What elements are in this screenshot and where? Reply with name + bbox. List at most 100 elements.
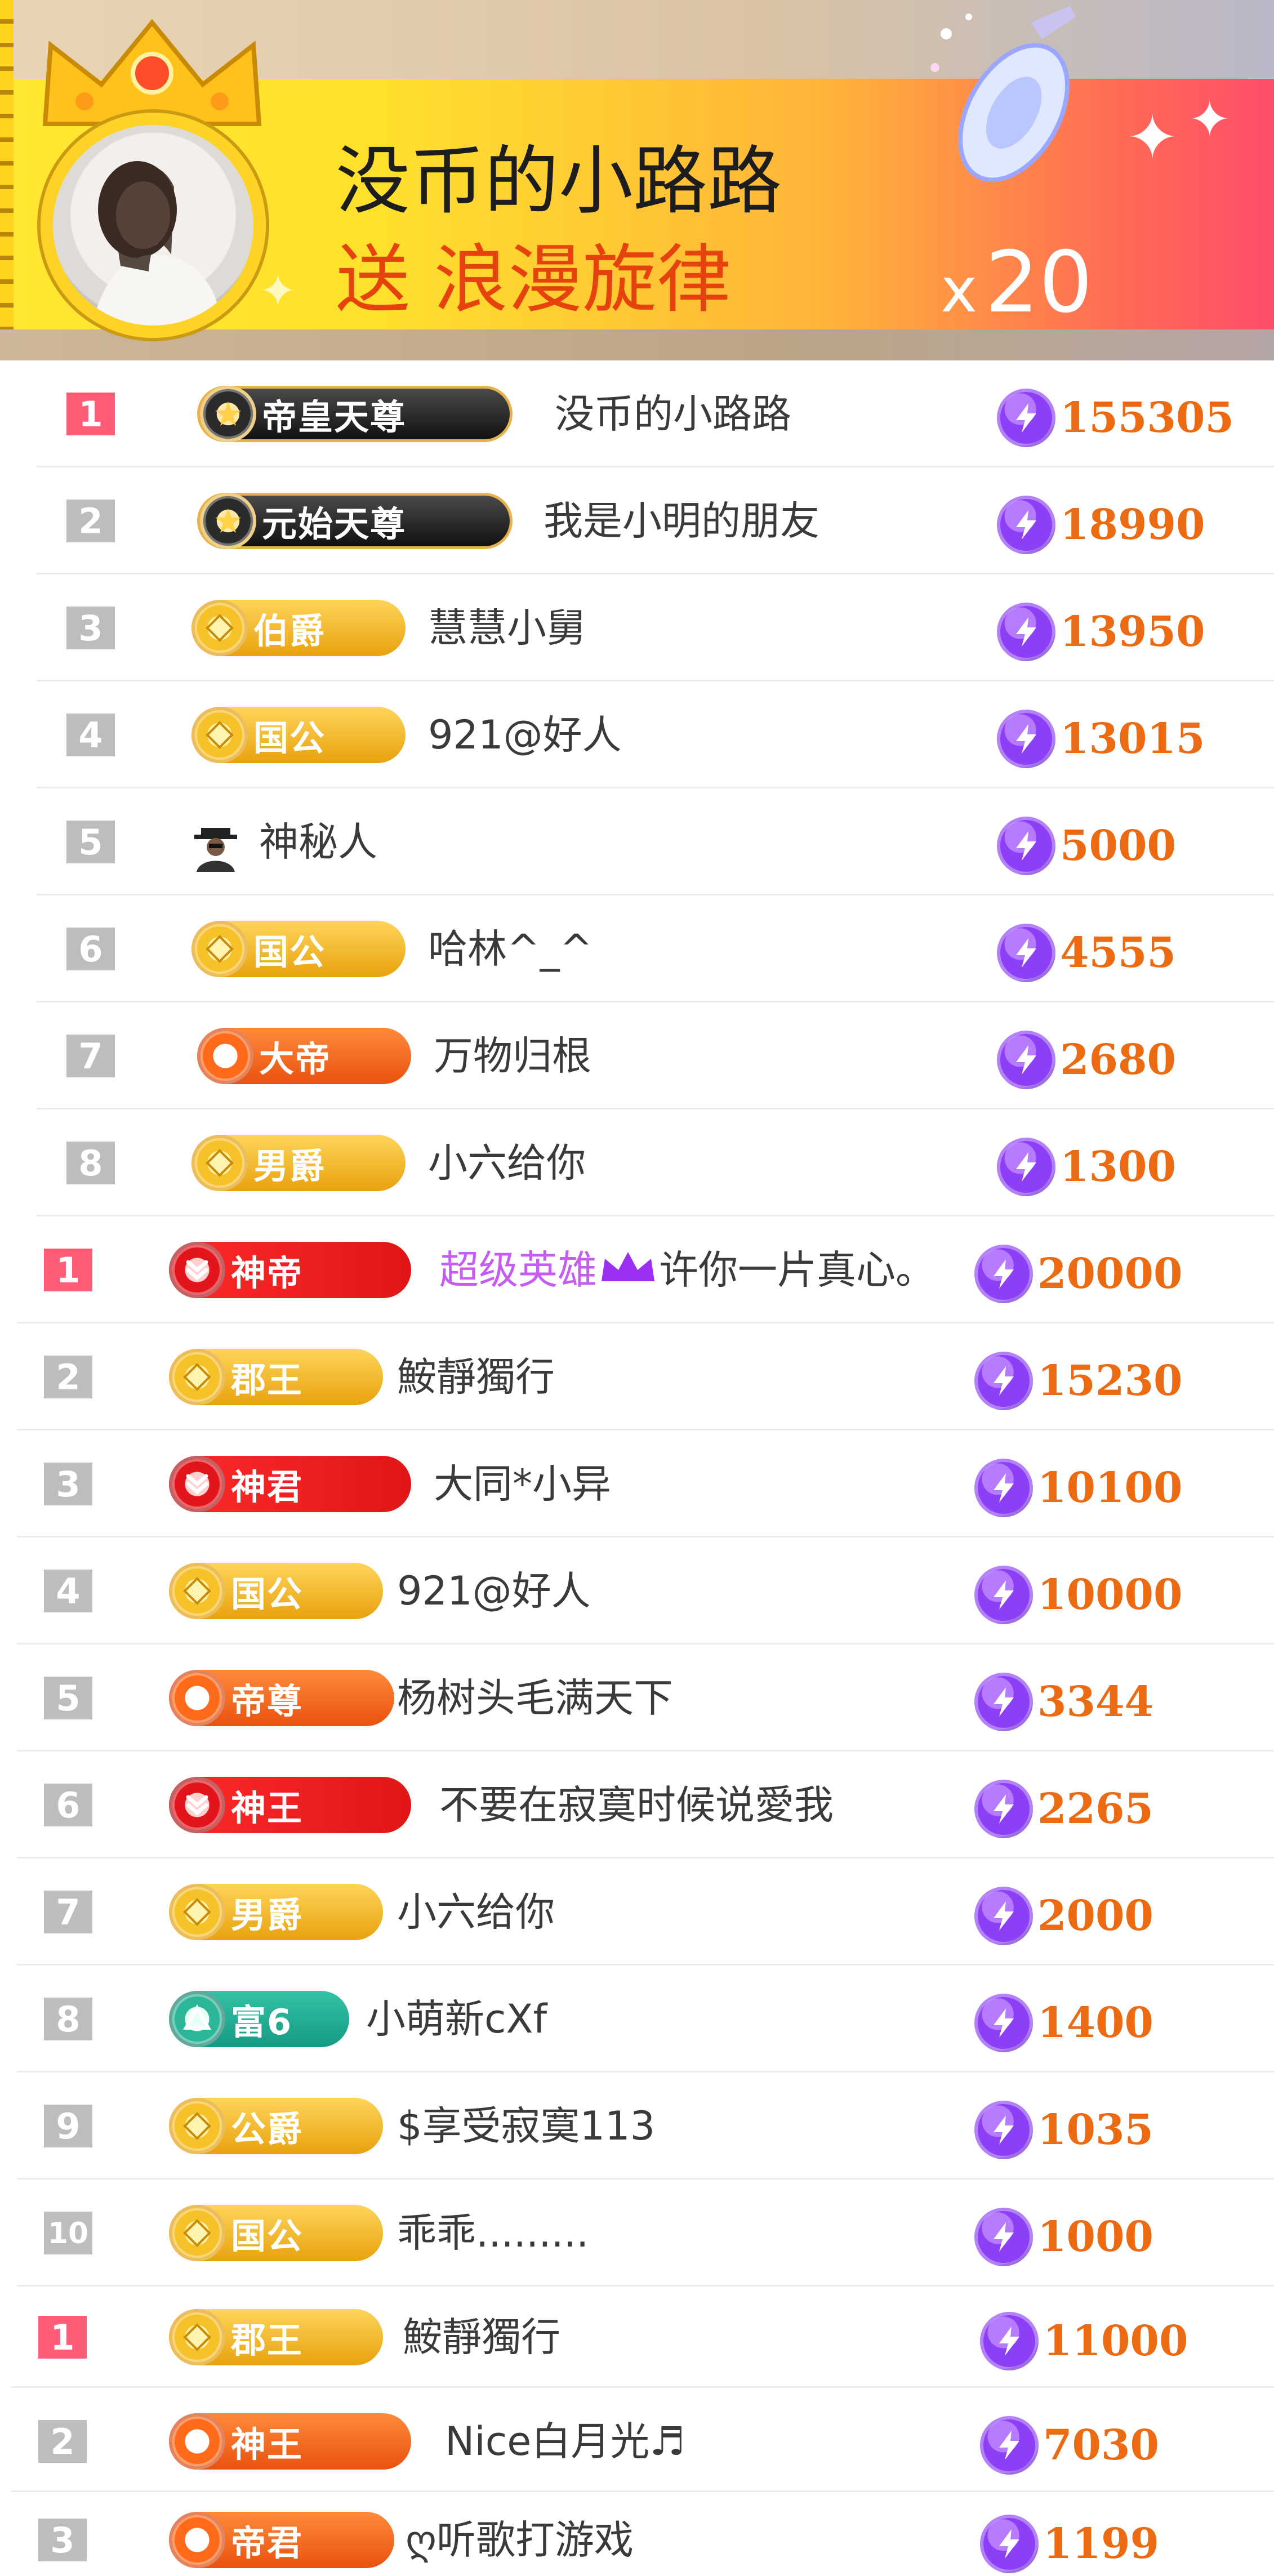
user-name[interactable]: 慧慧小舅 (428, 604, 586, 652)
level-badge-label: 神王 (231, 2424, 304, 2465)
lightning-coin-icon (997, 1031, 1055, 1089)
level-emblem-icon (169, 1884, 225, 1940)
lightning-coin-icon (980, 2515, 1039, 2573)
user-name-text: 不要在寂寞时候说愛我 (439, 1782, 834, 1828)
user-name[interactable]: 乖乖......... (397, 2209, 589, 2257)
sender-avatar[interactable] (41, 113, 266, 338)
leaderboard-row[interactable]: 1 帝皇天尊 没币的小路路 155305 (0, 360, 1274, 467)
leaderboard-row[interactable]: 9 公爵 $享受寂寞113 1035 (0, 2073, 1274, 2180)
violin-gift-icon (930, 6, 1076, 182)
level-badge-label: 郡王 (231, 1360, 304, 1401)
contribution-amount: 5000 (997, 817, 1176, 875)
user-name-text: 大同*小异 (434, 1461, 611, 1507)
leaderboard-row[interactable]: 4 国公 921@好人 13015 (0, 681, 1274, 788)
leaderboard-row[interactable]: 8 男爵 小六给你 1300 (0, 1109, 1274, 1216)
sparkle-icon: ✦ (1126, 101, 1179, 173)
level-emblem-icon (169, 1563, 225, 1619)
gift-banner: 没币的小路路 送 浪漫旋律 ✦ ✦ ✦ x20 (0, 0, 1274, 360)
user-name[interactable]: 大同*小异 (434, 1460, 611, 1508)
leaderboard-row[interactable]: 3 伯爵 慧慧小舅 13950 (0, 574, 1274, 681)
user-name[interactable]: 神秘人 (259, 818, 377, 866)
level-badge: 帝君 (169, 2512, 394, 2568)
user-name[interactable]: ღ听歌打游戏 (406, 2516, 634, 2564)
user-name[interactable]: Nice白月光♬ (445, 2417, 685, 2466)
mystery-person-icon (189, 818, 243, 872)
rank-badge: 1 (66, 393, 115, 435)
leaderboard-row[interactable]: 3 神君 大同*小异 10100 (0, 1430, 1274, 1537)
user-name[interactable]: 杨树头毛满天下 (397, 1674, 673, 1722)
level-emblem-icon (169, 2512, 225, 2568)
user-name-text: 我是小明的朋友 (544, 498, 819, 544)
user-name-text: 超级英雄 (439, 1247, 597, 1293)
level-badge-label: 国公 (231, 1574, 304, 1615)
lightning-coin-icon (997, 389, 1055, 447)
level-badge: 神王 (169, 1777, 411, 1833)
leaderboard-row[interactable]: 2 元始天尊 我是小明的朋友 18990 (0, 467, 1274, 574)
level-emblem-icon (169, 1670, 225, 1726)
crown-icon (42, 19, 262, 126)
sparkle-icon: ✦ (259, 265, 297, 317)
user-name[interactable]: 小六给你 (428, 1139, 586, 1187)
lightning-coin-icon (974, 1673, 1033, 1731)
leaderboard-row[interactable]: 5 帝尊 杨树头毛满天下 3344 (0, 1644, 1274, 1751)
rank-badge: 8 (66, 1142, 115, 1184)
level-badge: 神王 (169, 2413, 411, 2470)
level-badge: 国公 (191, 707, 406, 763)
contribution-amount-value: 4555 (1060, 929, 1176, 977)
user-name-text: 921@好人 (397, 1568, 591, 1614)
rank-badge: 1 (38, 2316, 87, 2359)
purple-crown-icon (597, 1247, 659, 1298)
user-name[interactable]: 921@好人 (428, 711, 622, 759)
user-name-text: 921@好人 (428, 712, 622, 758)
contribution-amount: 15230 (974, 1352, 1182, 1410)
contribution-amount: 13015 (997, 710, 1205, 768)
user-name[interactable]: 超级英雄 许你一片真心。 (439, 1246, 935, 1298)
leaderboard-row[interactable]: 7 大帝 万物归根 2680 (0, 1002, 1274, 1109)
rank-badge: 4 (44, 1570, 92, 1612)
level-badge-label: 男爵 (231, 1895, 304, 1936)
leaderboard-row[interactable]: 4 国公 921@好人 10000 (0, 1537, 1274, 1644)
user-name[interactable]: 小萌新cXf (366, 1995, 547, 2043)
user-name[interactable]: 不要在寂寞时候说愛我 (439, 1781, 834, 1829)
level-badge-label: 公爵 (231, 2109, 304, 2150)
user-name-text: 慧慧小舅 (428, 605, 586, 651)
user-name[interactable]: 921@好人 (397, 1567, 591, 1615)
contribution-amount: 4555 (997, 924, 1176, 982)
level-badge-label: 神王 (231, 1788, 304, 1829)
contribution-amount: 1199 (980, 2515, 1159, 2573)
user-name[interactable]: 鮟靜獨行 (397, 1353, 555, 1401)
leaderboard-row[interactable]: 5 神秘人 5000 (0, 788, 1274, 895)
leaderboard-row[interactable]: 10 国公 乖乖......... 1000 (0, 2180, 1274, 2287)
lightning-coin-icon (974, 1352, 1033, 1410)
leaderboard-row[interactable]: 1 神帝 超级英雄 许你一片真心。 20000 (0, 1216, 1274, 1323)
user-name[interactable]: 小六给你 (397, 1888, 555, 1936)
user-name[interactable]: 鮟靜獨行 (403, 2313, 560, 2361)
leaderboard-row[interactable]: 7 男爵 小六给你 2000 (0, 1859, 1274, 1966)
user-name[interactable]: 万物归根 (434, 1032, 591, 1080)
contribution-amount-value: 10000 (1037, 1571, 1183, 1619)
leaderboard-row[interactable]: 6 国公 哈林^_^ 4555 (0, 895, 1274, 1002)
rank-badge: 2 (38, 2420, 87, 2463)
level-badge: 神君 (169, 1456, 411, 1512)
user-name-suffix: 许你一片真心。 (659, 1247, 935, 1293)
leaderboard-row[interactable]: 2 神王 Nice白月光♬ 7030 (0, 2388, 1274, 2492)
leaderboard-row[interactable]: 3 帝君 ღ听歌打游戏 1199 (0, 2486, 1274, 2576)
level-emblem-icon (169, 1349, 225, 1405)
gift-count: x20 (941, 234, 1093, 332)
leaderboard-row[interactable]: 2 郡王 鮟靜獨行 15230 (0, 1323, 1274, 1430)
leaderboard-row[interactable]: 8 富6 小萌新cXf 1400 (0, 1966, 1274, 2073)
user-name-text: 万物归根 (434, 1033, 591, 1079)
level-emblem-icon (169, 1991, 225, 2047)
user-name[interactable]: 哈林^_^ (428, 925, 593, 973)
leaderboard-row[interactable]: 6 神王 不要在寂寞时候说愛我 2265 (0, 1751, 1274, 1859)
user-name[interactable]: 没币的小路路 (555, 390, 791, 438)
user-name-text: Nice白月光♬ (445, 2418, 685, 2464)
user-name-text: ღ听歌打游戏 (406, 2517, 634, 2563)
user-name[interactable]: $享受寂寞113 (397, 2102, 655, 2150)
contribution-amount-value: 10100 (1037, 1464, 1183, 1512)
lightning-coin-icon (997, 710, 1055, 768)
user-name[interactable]: 我是小明的朋友 (544, 497, 819, 545)
contribution-amount: 10000 (974, 1566, 1182, 1624)
leaderboard-row[interactable]: 1 郡王 鮟靜獨行 11000 (0, 2284, 1274, 2388)
rank-badge: 6 (66, 928, 115, 970)
